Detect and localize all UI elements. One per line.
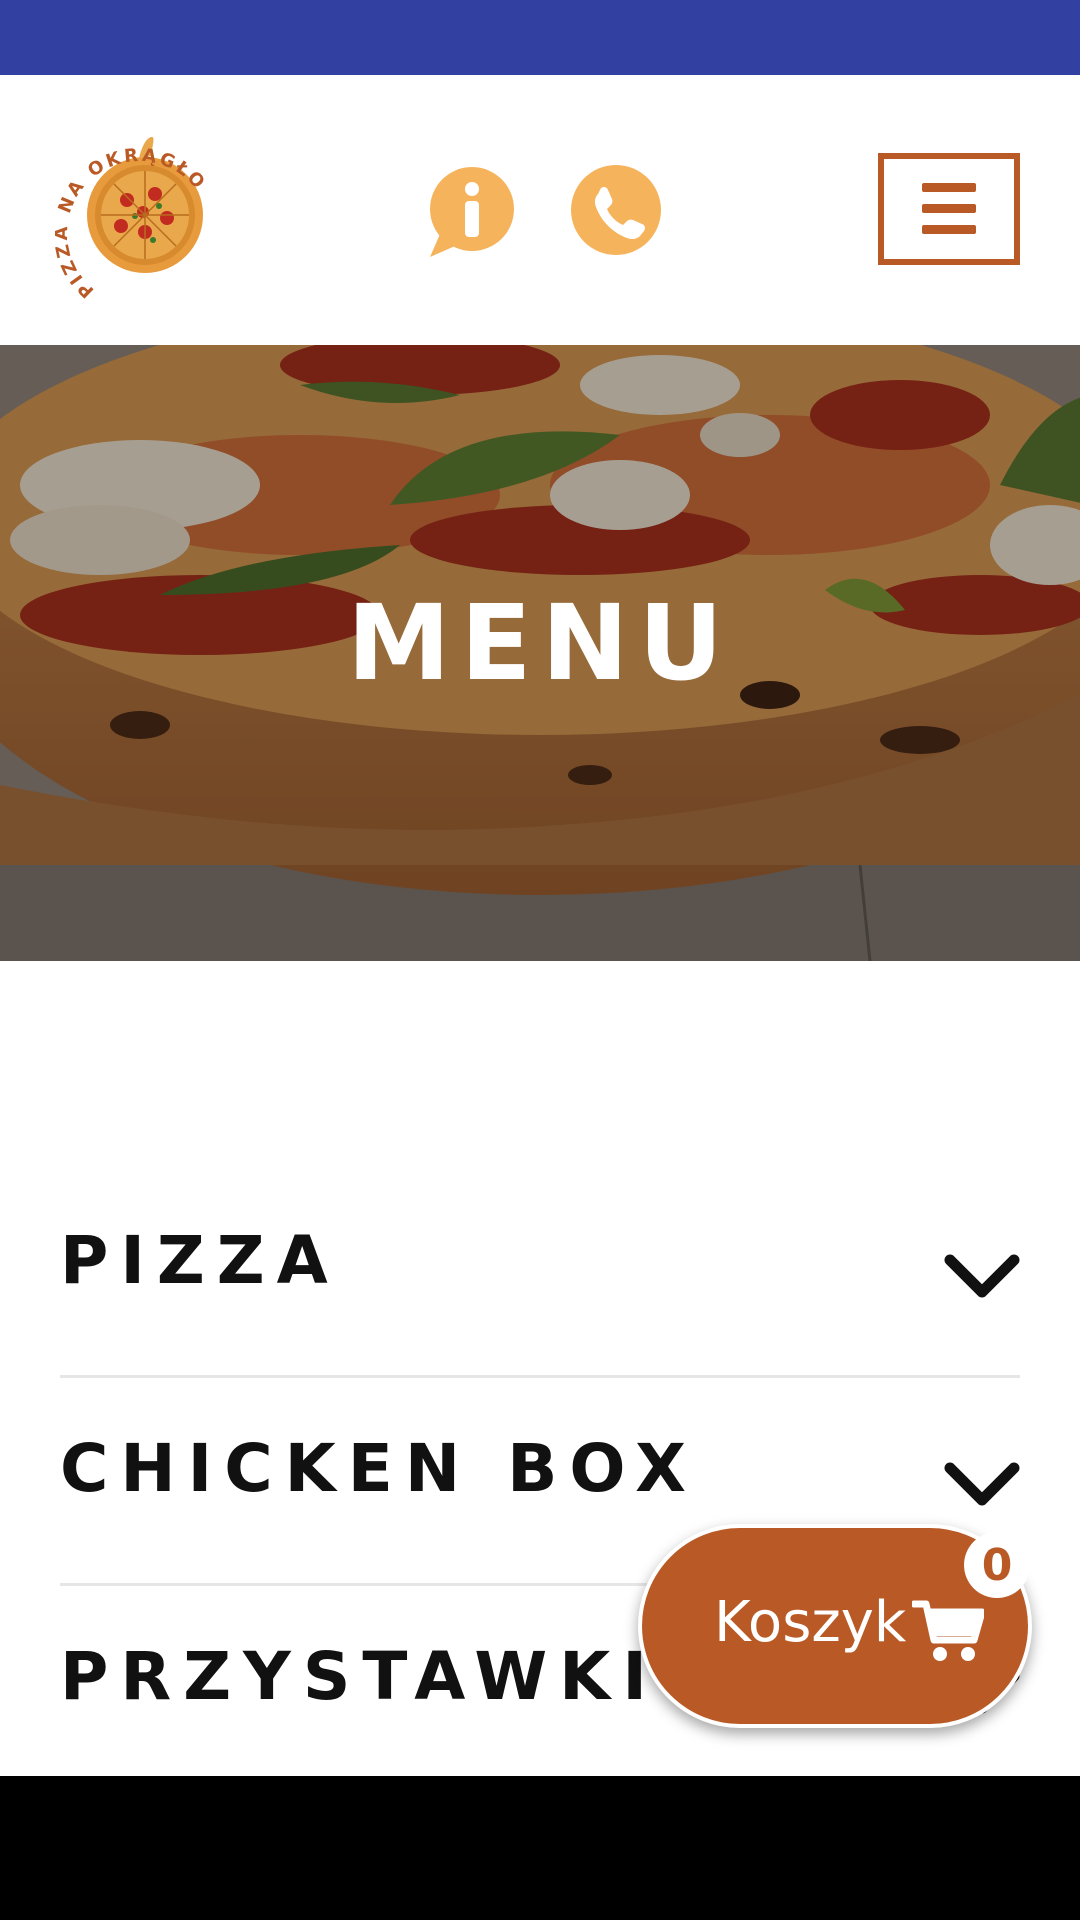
logo[interactable]: PIZZA NA OKRĄGŁO xyxy=(51,120,235,302)
header: PIZZA NA OKRĄGŁO xyxy=(0,75,1080,345)
info-button[interactable] xyxy=(422,165,516,259)
cart-label: Koszyk xyxy=(714,1590,907,1655)
navigation-bar xyxy=(0,1776,1080,1920)
shopping-cart-icon xyxy=(912,1600,984,1661)
hero-banner: MENU xyxy=(0,345,1080,961)
category-label: CHICKEN BOX xyxy=(60,1430,699,1507)
chevron-down-icon xyxy=(944,1462,1020,1506)
menu-button[interactable] xyxy=(878,153,1020,265)
phone-button[interactable] xyxy=(570,164,662,256)
phone-icon xyxy=(571,165,661,255)
cart-count-badge: 0 xyxy=(964,1532,1030,1598)
category-label: PRZYSTAWKI xyxy=(60,1638,659,1715)
info-icon xyxy=(430,167,514,257)
status-bar xyxy=(0,0,1080,75)
logo-image: PIZZA NA OKRĄGŁO xyxy=(51,136,208,302)
chevron-down-icon xyxy=(944,1254,1020,1298)
category-label: PIZZA xyxy=(60,1222,340,1299)
hero-title: MENU xyxy=(346,582,734,704)
category-item-pizza[interactable]: PIZZA xyxy=(60,1170,1020,1378)
